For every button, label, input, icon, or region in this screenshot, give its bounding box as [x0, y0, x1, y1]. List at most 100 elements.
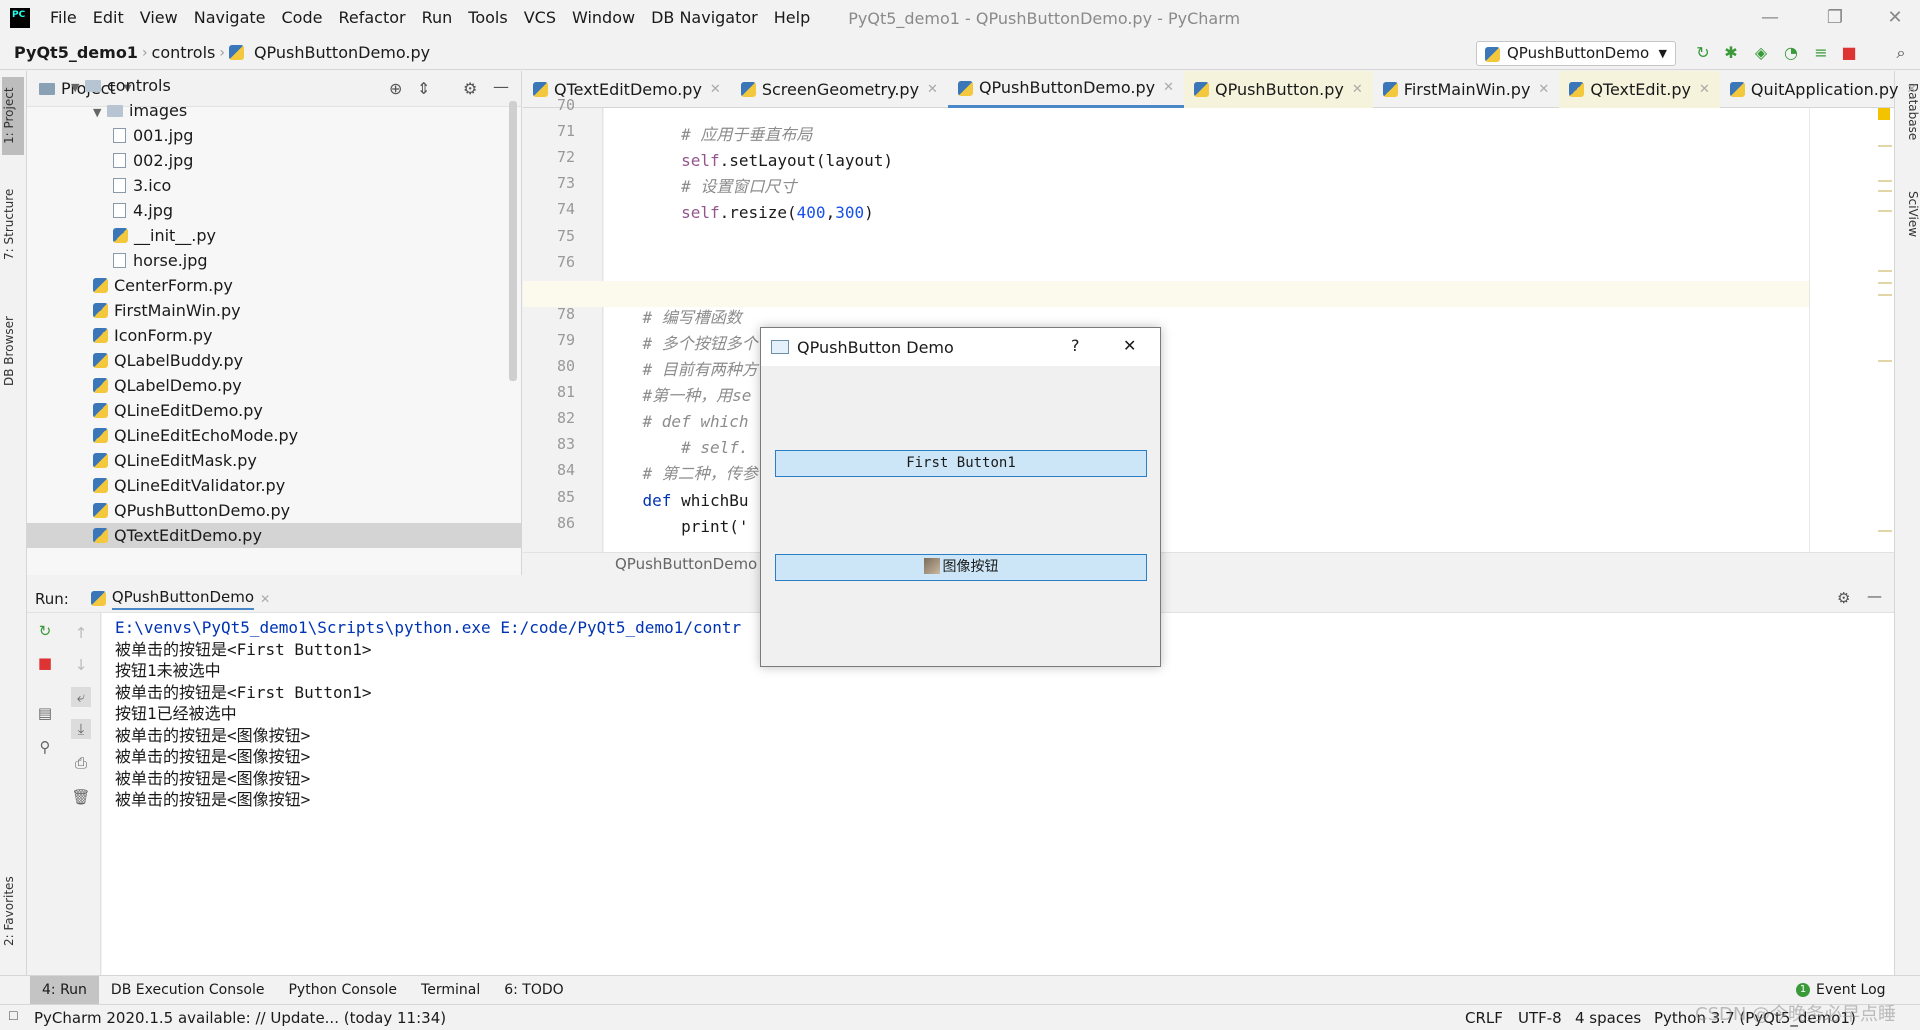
error-stripe-mark[interactable] [1878, 210, 1892, 212]
trash-icon[interactable]: 🗑 [71, 787, 91, 807]
tree-file[interactable]: __init__.py [27, 223, 216, 248]
event-log-button[interactable]: Event Log [1816, 982, 1886, 998]
tree-file[interactable]: IconForm.py [27, 323, 212, 348]
tree-file[interactable]: horse.jpg [27, 248, 208, 273]
error-stripe-mark[interactable] [1878, 190, 1892, 192]
tab-favorites[interactable]: 2: Favorites [2, 861, 24, 961]
menu-edit[interactable]: Edit [85, 0, 132, 36]
menu-help[interactable]: Help [766, 0, 818, 36]
line-separator[interactable]: CRLF [1465, 1009, 1503, 1027]
editor-tab[interactable]: FirstMainWin.py ✕ [1373, 71, 1560, 108]
collapse-all-icon[interactable]: ⇕ [417, 79, 430, 98]
tree-file[interactable]: QLineEditMask.py [27, 448, 257, 473]
search-icon[interactable]: ⌕ [1892, 44, 1910, 62]
layout-icon[interactable]: ▤ [35, 703, 55, 723]
menu-vcs[interactable]: VCS [516, 0, 564, 36]
coverage-icon[interactable]: ◈ [1752, 44, 1770, 62]
error-stripe-mark[interactable] [1878, 294, 1892, 296]
soft-wrap-icon[interactable]: ⤶ [71, 687, 91, 707]
tree-file[interactable]: 002.jpg [27, 148, 193, 173]
error-stripe-mark[interactable] [1878, 145, 1892, 147]
tree-file[interactable]: 3.ico [27, 173, 171, 198]
debug-bug-icon[interactable]: ✱ [1722, 44, 1740, 62]
tool-window-button[interactable]: 4: Run [30, 975, 99, 1005]
tab-db-browser[interactable]: DB Browser [2, 301, 24, 401]
close-window-button[interactable]: ✕ [1870, 0, 1920, 36]
hide-panel-icon[interactable]: — [1867, 587, 1882, 605]
rerun-icon[interactable]: ↻ [1694, 44, 1712, 62]
rerun-icon[interactable]: ↻ [35, 621, 55, 641]
error-stripe-mark[interactable] [1878, 360, 1892, 362]
tree-file[interactable]: QLineEditEchoMode.py [27, 423, 298, 448]
dialog-close-button[interactable]: ✕ [1123, 336, 1136, 355]
error-stripe-mark[interactable] [1878, 530, 1892, 532]
update-notice[interactable]: PyCharm 2020.1.5 available: // Update...… [34, 1009, 446, 1027]
status-toggle-icon[interactable]: ☐ [8, 1009, 19, 1023]
tree-file[interactable]: 001.jpg [27, 123, 193, 148]
tree-file[interactable]: QPushButtonDemo.py [27, 498, 290, 523]
warning-indicator-icon[interactable] [1878, 108, 1890, 120]
tree-file[interactable]: QLineEditDemo.py [27, 398, 263, 423]
stop-icon[interactable]: ■ [1840, 44, 1858, 62]
run-tab[interactable]: QPushButtonDemo [111, 588, 255, 610]
pin-icon[interactable]: ⚲ [35, 737, 55, 757]
tool-window-button[interactable]: Terminal [409, 976, 492, 1005]
close-icon[interactable]: ✕ [1699, 72, 1710, 108]
editor-tab[interactable]: QPushButtonDemo.py ✕ [947, 70, 1184, 108]
menu-tools[interactable]: Tools [460, 0, 515, 36]
editor-tab[interactable]: ScreenGeometry.py ✕ [731, 71, 948, 108]
menu-window[interactable]: Window [564, 0, 643, 36]
first-button1[interactable]: First Button1 [775, 450, 1147, 477]
tree-file[interactable]: CenterForm.py [27, 273, 233, 298]
stop-icon[interactable]: ■ [35, 653, 55, 673]
tree-file[interactable]: QTextEditDemo.py [27, 523, 522, 548]
tool-window-button[interactable]: 6: TODO [492, 976, 575, 1005]
image-button[interactable]: 图像按钮 [775, 554, 1147, 581]
tree-file[interactable]: QLineEditValidator.py [27, 473, 285, 498]
tree-folder[interactable]: ▼ controls [27, 73, 171, 98]
concurrency-icon[interactable]: ≡ [1812, 44, 1830, 62]
menu-view[interactable]: View [132, 0, 186, 36]
profile-icon[interactable]: ◔ [1782, 44, 1800, 62]
editor-tab[interactable]: QuitApplication.py ✕ [1720, 71, 1920, 108]
close-icon[interactable]: ✕ [1538, 72, 1549, 108]
error-stripe-mark[interactable] [1878, 282, 1892, 284]
gear-icon[interactable]: ⚙ [1837, 589, 1850, 607]
editor-tab[interactable]: QPushButton.py ✕ [1183, 71, 1373, 108]
locate-target-icon[interactable]: ⊕ [389, 79, 402, 98]
indent-setting[interactable]: 4 spaces [1575, 1009, 1641, 1027]
minimize-button[interactable]: — [1745, 0, 1795, 36]
tree-file[interactable]: QLabelBuddy.py [27, 348, 243, 373]
menu-run[interactable]: Run [414, 0, 461, 36]
editor-tab[interactable]: QTextEdit.py ✕ [1559, 71, 1720, 108]
hide-panel-icon[interactable]: — [493, 77, 509, 96]
maximize-button[interactable]: ❐ [1810, 0, 1860, 36]
tool-window-button[interactable]: DB Execution Console [99, 976, 277, 1005]
menu-refactor[interactable]: Refactor [330, 0, 413, 36]
tab-project-tool[interactable]: 1: Project [2, 77, 24, 155]
console-output[interactable]: E:\venvs\PyQt5_demo1\Scripts\python.exe … [102, 613, 1894, 975]
close-icon[interactable]: ✕ [1352, 72, 1363, 108]
run-config-dropdown[interactable]: QPushButtonDemo ▼ [1476, 41, 1676, 66]
tab-sciview[interactable]: SciView [1898, 191, 1920, 271]
close-icon[interactable]: ✕ [710, 72, 721, 108]
close-icon[interactable]: ✕ [1163, 70, 1174, 106]
editor-breadcrumb[interactable]: QPushButtonDemo [615, 555, 757, 573]
gear-icon[interactable]: ⚙ [463, 79, 477, 98]
menu-navigate[interactable]: Navigate [186, 0, 274, 36]
tree-file[interactable]: QLabelDemo.py [27, 373, 242, 398]
tree-file[interactable]: 4.jpg [27, 198, 173, 223]
tree-file[interactable]: FirstMainWin.py [27, 298, 241, 323]
expand-arrow-icon[interactable]: ▼ [93, 100, 107, 125]
down-arrow-icon[interactable]: ↓ [71, 655, 91, 675]
menu-db-navigator[interactable]: DB Navigator [643, 0, 766, 36]
scroll-to-end-icon[interactable]: ⤓ [71, 719, 91, 739]
expand-arrow-icon[interactable]: ▼ [71, 75, 85, 100]
menu-code[interactable]: Code [274, 0, 331, 36]
tool-window-button[interactable]: Python Console [276, 976, 409, 1005]
breadcrumb-project[interactable]: PyQt5_demo1 [10, 43, 142, 62]
help-button[interactable]: ? [1071, 336, 1080, 355]
tree-folder[interactable]: ▼ images [27, 98, 187, 123]
tab-structure-tool[interactable]: 7: Structure [2, 179, 24, 269]
close-icon[interactable]: ✕ [927, 72, 938, 108]
